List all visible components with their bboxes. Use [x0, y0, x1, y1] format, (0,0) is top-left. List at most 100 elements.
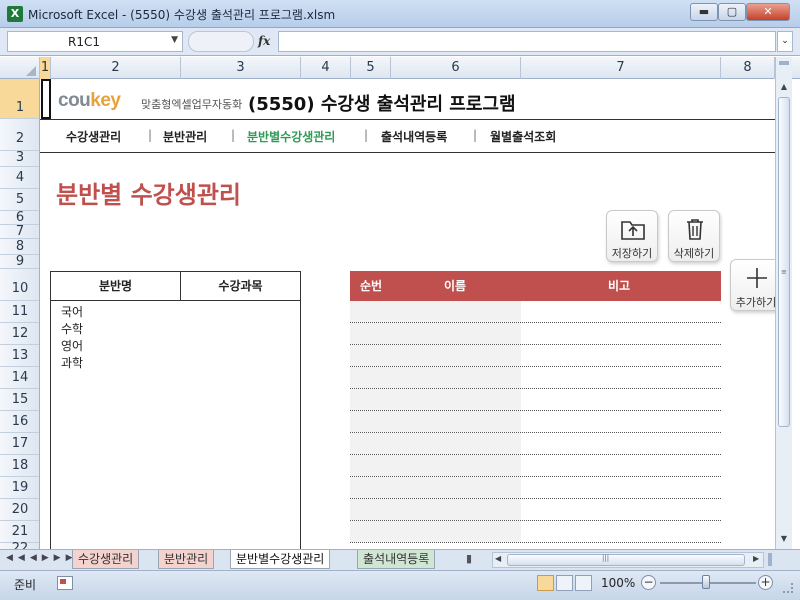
more-tabs-icon[interactable]: ▮ — [466, 552, 472, 565]
sheet-tab-students[interactable]: 수강생관리 — [72, 550, 140, 569]
horizontal-scrollbar[interactable]: ◀ ||| ▶ — [492, 552, 764, 568]
select-all-corner[interactable] — [0, 57, 40, 79]
horizontal-scroll-thumb[interactable]: ||| — [507, 554, 745, 566]
nav-item-class-students[interactable]: 분반별수강생관리 — [247, 128, 335, 145]
close-button[interactable]: ✕ — [746, 3, 790, 21]
excel-app-icon[interactable]: X — [7, 6, 23, 22]
column-header[interactable]: 4 — [301, 57, 351, 79]
zoom-out-icon[interactable]: − — [641, 575, 656, 590]
formula-bar-splitter[interactable] — [188, 31, 254, 52]
maximize-button[interactable]: ▢ — [718, 3, 746, 21]
row-header[interactable]: 9 — [0, 255, 39, 269]
split-handle[interactable] — [768, 553, 772, 566]
row-header[interactable]: 3 — [0, 151, 39, 167]
worksheet[interactable]: coukey 맞춤형엑셀업무자동화 (5550) 수강생 출석관리 프로그램 수… — [40, 79, 775, 549]
sheet-tab-class-students[interactable]: 분반별수강생관리 — [230, 550, 331, 569]
row-header[interactable]: 5 — [0, 189, 39, 211]
column-header[interactable]: 2 — [51, 57, 181, 79]
sheet-tab-classes[interactable]: 분반관리 — [158, 550, 215, 569]
list-item[interactable]: 과학 — [61, 354, 83, 371]
row-header[interactable]: 17 — [0, 433, 39, 455]
nav-item-monthly-attendance[interactable]: 월별출석조회 — [490, 128, 556, 145]
row-header[interactable]: 11 — [0, 301, 39, 323]
row-header[interactable]: 13 — [0, 345, 39, 367]
row-header[interactable]: 21 — [0, 521, 39, 543]
column-header[interactable]: 6 — [391, 57, 521, 79]
list-item[interactable]: 수학 — [61, 320, 83, 337]
row-header[interactable]: 19 — [0, 477, 39, 499]
chevron-down-icon[interactable]: ▼ — [171, 35, 178, 45]
table-row[interactable] — [350, 411, 721, 433]
row-header[interactable]: 7 — [0, 225, 39, 239]
row-header[interactable]: 6 — [0, 211, 39, 225]
row-header[interactable]: 4 — [0, 167, 39, 189]
table-row[interactable] — [350, 389, 721, 411]
student-table-header: 순번 이름 비고 — [350, 271, 721, 301]
delete-button-label: 삭제하기 — [673, 247, 715, 260]
column-header[interactable]: 5 — [351, 57, 391, 79]
table-row[interactable] — [350, 433, 721, 455]
sheet-tab-attendance[interactable]: 출석내역등록 — [357, 550, 436, 569]
vertical-scrollbar[interactable]: ▲ ≡ ▼ — [775, 57, 792, 549]
section-title: 분반별 수강생관리 — [56, 181, 241, 209]
table-row[interactable] — [350, 477, 721, 499]
column-header[interactable]: 3 — [181, 57, 301, 79]
row-header[interactable]: 10 — [0, 269, 39, 301]
row-header[interactable]: 12 — [0, 323, 39, 345]
resize-grip-icon[interactable] — [783, 583, 793, 593]
split-handle[interactable] — [779, 61, 789, 65]
table-row[interactable] — [350, 367, 721, 389]
scroll-down-icon[interactable]: ▼ — [776, 531, 792, 547]
coukey-logo: coukey — [58, 90, 121, 112]
table-row[interactable] — [350, 345, 721, 367]
row-header[interactable]: 16 — [0, 411, 39, 433]
vertical-scroll-thumb[interactable]: ≡ — [778, 97, 790, 427]
title-bar: X Microsoft Excel - (5550) 수강생 출석관리 프로그램… — [0, 0, 800, 28]
zoom-in-icon[interactable]: + — [758, 575, 773, 590]
zoom-level[interactable]: 100% — [601, 576, 635, 590]
column-header[interactable]: 8 — [721, 57, 775, 79]
row-header[interactable]: 20 — [0, 499, 39, 521]
column-header[interactable]: 7 — [521, 57, 721, 79]
table-row[interactable] — [350, 455, 721, 477]
row-header[interactable]: 15 — [0, 389, 39, 411]
expand-formula-bar-icon[interactable]: ⌄ — [777, 31, 793, 52]
column-header[interactable]: 1 — [40, 57, 51, 79]
tab-navigation-icon[interactable]: ◀◀◀▶▶▶ — [6, 553, 78, 563]
row-header[interactable]: 1 — [0, 79, 39, 119]
list-item[interactable]: 영어 — [61, 337, 83, 354]
normal-view-button[interactable] — [537, 575, 554, 591]
scroll-left-icon[interactable]: ◀ — [495, 554, 501, 563]
row-header[interactable]: 14 — [0, 367, 39, 389]
scroll-up-icon[interactable]: ▲ — [776, 79, 792, 95]
row-headers: 1 2 3 4 5 6 7 8 9 10 11 12 13 14 15 16 1… — [0, 79, 40, 549]
table-row[interactable] — [350, 521, 721, 543]
scroll-right-icon[interactable]: ▶ — [753, 554, 759, 563]
list-item[interactable]: 국어 — [61, 303, 83, 320]
page-break-view-button[interactable] — [575, 575, 592, 591]
nav-item-attendance-entry[interactable]: 출석내역등록 — [381, 128, 447, 145]
save-button[interactable]: 저장하기 — [606, 210, 658, 262]
zoom-slider-thumb[interactable] — [702, 575, 710, 589]
nav-separator: | — [473, 128, 478, 142]
minimize-button[interactable]: ▬ — [690, 3, 718, 21]
table-row[interactable] — [350, 499, 721, 521]
formula-input[interactable] — [278, 31, 776, 52]
macro-record-icon[interactable] — [57, 576, 73, 590]
row-header[interactable]: 18 — [0, 455, 39, 477]
page-layout-view-button[interactable] — [556, 575, 573, 591]
row-header[interactable]: 2 — [0, 119, 39, 151]
insert-function-icon[interactable]: fx — [258, 34, 270, 48]
class-table-header: 분반명 수강과목 — [51, 272, 300, 301]
class-table: 분반명 수강과목 국어 수학 영어 과학 — [50, 271, 301, 549]
row-header[interactable]: 8 — [0, 239, 39, 255]
nav-item-students[interactable]: 수강생관리 — [66, 128, 121, 145]
nav-item-classes[interactable]: 분반관리 — [163, 128, 207, 145]
add-button[interactable]: 추가하기 — [730, 259, 775, 311]
page-title: (5550) 수강생 출석관리 프로그램 — [248, 94, 516, 115]
name-box[interactable]: R1C1 ▼ — [7, 31, 183, 52]
delete-button[interactable]: 삭제하기 — [668, 210, 720, 262]
table-row[interactable] — [350, 323, 721, 345]
status-bar: 준비 100% − + — [0, 570, 800, 600]
table-row[interactable] — [350, 301, 721, 323]
